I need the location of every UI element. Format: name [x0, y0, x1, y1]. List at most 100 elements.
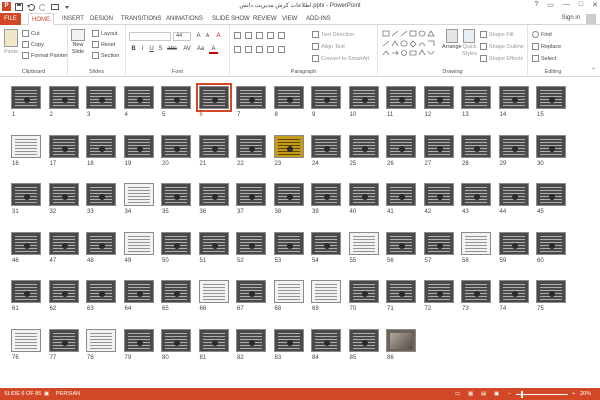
slide-thumbnail[interactable]: [198, 134, 229, 158]
line-spacing-icon[interactable]: [278, 32, 285, 39]
slide-thumbnail[interactable]: [161, 231, 191, 255]
slide-thumbnail[interactable]: [386, 328, 416, 352]
slide-thumbnail[interactable]: [11, 231, 41, 255]
slide-thumbnail[interactable]: [348, 86, 379, 109]
convert-smartart-button[interactable]: Convert to SmartArt: [312, 55, 370, 62]
zoom-out-icon[interactable]: −: [508, 391, 511, 397]
slide-thumbnail[interactable]: [386, 280, 416, 303]
slide-thumbnail[interactable]: [236, 134, 266, 158]
reset-button[interactable]: Reset: [92, 41, 115, 48]
slide-thumbnail[interactable]: [498, 86, 529, 109]
slide-thumbnail[interactable]: [386, 231, 416, 255]
slide-thumbnail[interactable]: [273, 134, 304, 158]
slide-thumbnail[interactable]: [48, 231, 79, 255]
slide-thumbnail[interactable]: [198, 231, 229, 255]
tab-transitions[interactable]: TRANSITIONS: [121, 13, 161, 25]
font-size-combo[interactable]: 44: [173, 32, 191, 41]
slide-thumbnail[interactable]: [273, 86, 304, 109]
shape-effects-button[interactable]: Shape Effects: [480, 55, 523, 62]
slide-thumbnail[interactable]: [123, 134, 154, 158]
slide-thumbnail[interactable]: [48, 183, 79, 206]
slide-thumbnail[interactable]: [123, 86, 154, 109]
slide-thumbnail[interactable]: [386, 86, 416, 109]
slide-thumbnail[interactable]: [198, 328, 229, 352]
justify-icon[interactable]: [267, 46, 274, 53]
slide-thumbnail[interactable]: [498, 183, 529, 206]
slide-thumbnail[interactable]: [86, 183, 116, 206]
arrange-button[interactable]: Arrange: [442, 29, 462, 50]
slide-thumbnail[interactable]: [48, 328, 79, 352]
slide-thumbnail[interactable]: [423, 231, 454, 255]
decrease-indent-icon[interactable]: [256, 32, 263, 39]
numbering-icon[interactable]: [245, 32, 252, 39]
slide-thumbnail[interactable]: [86, 86, 116, 109]
zoom-slider[interactable]: [516, 394, 568, 395]
minimize-button[interactable]: —: [563, 1, 570, 9]
slide-thumbnail[interactable]: [123, 328, 154, 352]
slide-thumbnail[interactable]: [348, 328, 379, 352]
slide-thumbnail[interactable]: [11, 86, 41, 109]
slide-thumbnail[interactable]: [198, 280, 229, 303]
font-color-button[interactable]: A: [209, 46, 218, 54]
slide-thumbnail[interactable]: [161, 134, 191, 158]
tab-review[interactable]: REVIEW: [253, 13, 277, 25]
slide-thumbnail[interactable]: [273, 183, 304, 206]
slideshow-view-icon[interactable]: ▣: [494, 391, 499, 397]
tab-animations[interactable]: ANIMATIONS: [166, 13, 203, 25]
slide-thumbnail[interactable]: [423, 280, 454, 303]
slide-thumbnail[interactable]: [273, 231, 304, 255]
new-slide-button[interactable]: New Slide: [71, 29, 85, 55]
shadow-button[interactable]: S: [156, 46, 165, 52]
slide-thumbnail[interactable]: [498, 231, 529, 255]
slide-thumbnail[interactable]: [461, 134, 491, 158]
slide-thumbnail[interactable]: [48, 280, 79, 303]
normal-view-icon[interactable]: ▭: [455, 391, 460, 397]
slide-thumbnail[interactable]: [348, 280, 379, 303]
slide-thumbnail[interactable]: [161, 328, 191, 352]
slide-thumbnail[interactable]: [161, 280, 191, 303]
zoom-in-icon[interactable]: +: [572, 391, 575, 397]
font-name-combo[interactable]: [129, 32, 171, 41]
tab-home[interactable]: HOME: [28, 13, 54, 25]
align-left-icon[interactable]: [234, 46, 241, 53]
ribbon-display-button[interactable]: ▭: [547, 1, 554, 9]
slide-thumbnail[interactable]: [48, 86, 79, 109]
align-center-icon[interactable]: [245, 46, 252, 53]
slide-thumbnail[interactable]: [386, 134, 416, 158]
slide-thumbnail[interactable]: [236, 280, 266, 303]
avatar[interactable]: [586, 14, 596, 24]
copy-button[interactable]: Copy: [22, 41, 44, 48]
collapse-ribbon-icon[interactable]: ⌃: [591, 67, 596, 74]
cut-button[interactable]: Cut: [22, 30, 40, 37]
slide-thumbnail[interactable]: [461, 183, 491, 206]
shape-fill-button[interactable]: Shape Fill: [480, 31, 513, 38]
tab-file[interactable]: FILE: [0, 13, 21, 25]
zoom-slider-thumb[interactable]: [521, 391, 524, 398]
tab-view[interactable]: VIEW: [282, 13, 297, 25]
slide-thumbnail[interactable]: [311, 231, 341, 255]
tab-add-ins[interactable]: ADD-INS: [306, 13, 331, 25]
slide-thumbnail[interactable]: [236, 183, 266, 206]
change-case-button[interactable]: Aa: [195, 46, 206, 52]
slide-thumbnail[interactable]: [236, 231, 266, 255]
shapes-gallery[interactable]: [382, 30, 438, 60]
slide-thumbnail[interactable]: [311, 86, 341, 109]
text-direction-button[interactable]: Text Direction: [312, 31, 354, 38]
slide-thumbnail[interactable]: [123, 231, 154, 255]
replace-button[interactable]: Replace: [532, 43, 561, 50]
align-right-icon[interactable]: [256, 46, 263, 53]
tab-design[interactable]: DESIGN: [90, 13, 113, 25]
shape-outline-button[interactable]: Shape Outline: [480, 43, 524, 50]
underline-button[interactable]: U: [147, 46, 156, 52]
slide-thumbnail[interactable]: [498, 134, 529, 158]
italic-button[interactable]: I: [138, 46, 147, 52]
slide-thumbnail[interactable]: [273, 328, 304, 352]
slide-thumbnail[interactable]: [11, 134, 41, 158]
sign-in-link[interactable]: Sign in: [562, 15, 580, 21]
tab-insert[interactable]: INSERT: [62, 13, 84, 25]
section-button[interactable]: Section: [92, 52, 119, 59]
slide-thumbnail[interactable]: [161, 86, 191, 109]
slide-thumbnail[interactable]: [498, 280, 529, 303]
slide-thumbnail[interactable]: [86, 231, 116, 255]
increase-indent-icon[interactable]: [267, 32, 274, 39]
